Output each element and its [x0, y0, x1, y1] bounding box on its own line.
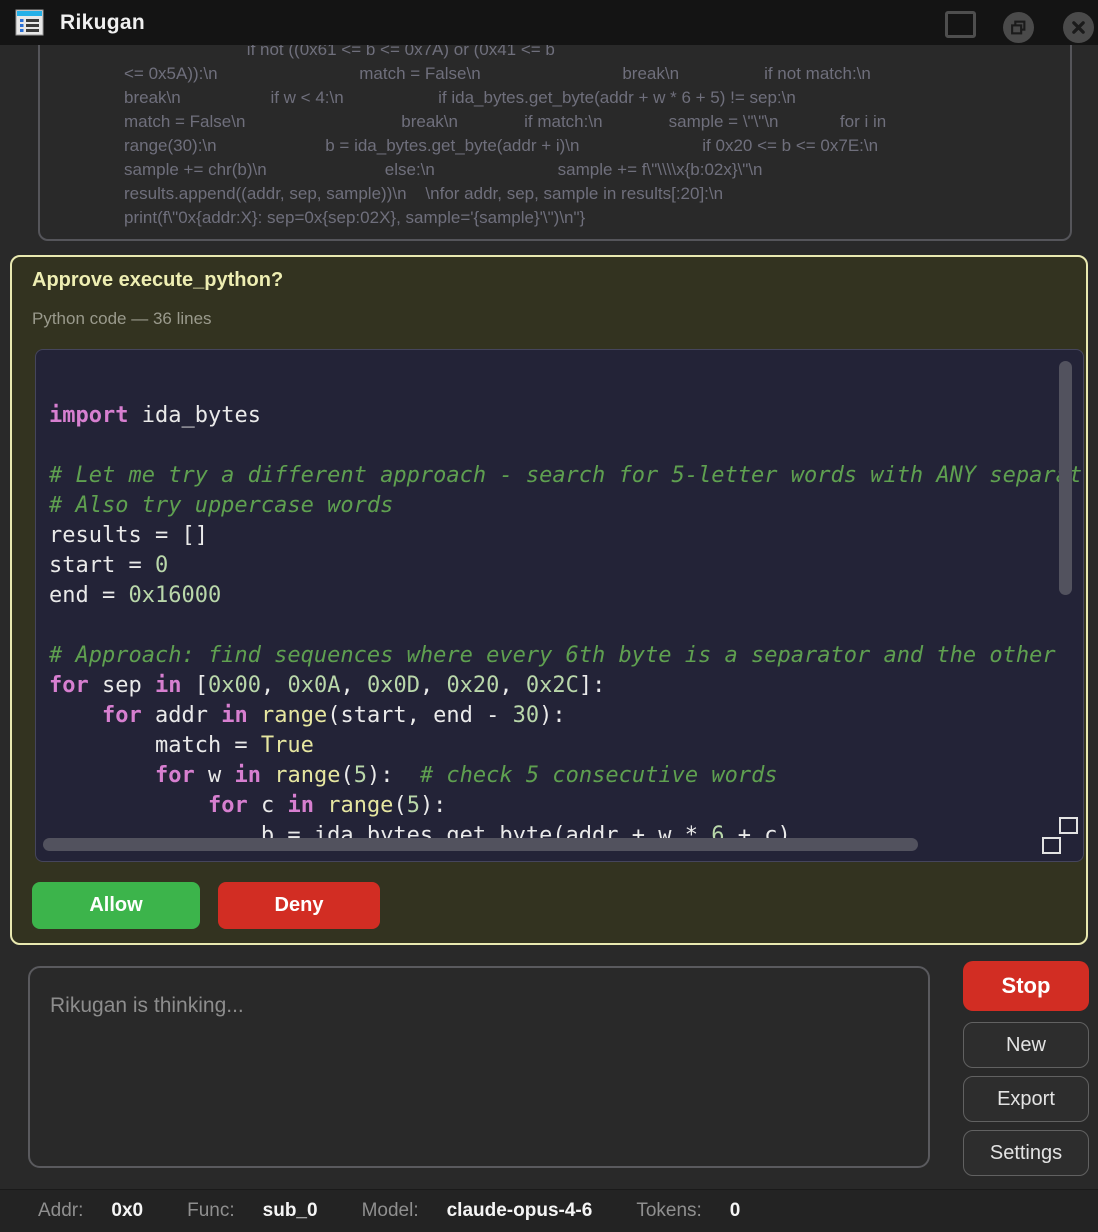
status-value: 0x0: [111, 1200, 143, 1222]
code-line: [49, 431, 1084, 461]
scrollback-line: match = False\n break\n if match:\n samp…: [124, 110, 886, 134]
scrollback-line: results.append((addr, sep, sample))\n \n…: [124, 182, 886, 206]
close-icon: [1071, 20, 1086, 35]
maximize-button[interactable]: [945, 11, 976, 38]
restore-icon: [1010, 19, 1027, 36]
scrollback-line: break\n if w < 4:\n if ida_bytes.get_byt…: [124, 86, 886, 110]
code-line: for c in range(5):: [49, 791, 1084, 821]
window-title: Rikugan: [60, 0, 145, 45]
close-button[interactable]: [1063, 12, 1094, 43]
scrollback-line: <= 0x5A)):\n match = False\n break\n if …: [124, 62, 886, 86]
message-input[interactable]: [28, 966, 930, 1168]
stop-button[interactable]: Stop: [963, 961, 1089, 1011]
status-label: Func:: [187, 1200, 235, 1222]
vertical-scrollbar[interactable]: [1059, 361, 1072, 595]
status-value: sub_0: [263, 1200, 318, 1222]
status-label: Model:: [362, 1200, 419, 1222]
scrollback-text: if not ((0x61 <= b <= 0x7A) or (0x41 <= …: [124, 38, 886, 230]
horizontal-scrollbar[interactable]: [43, 838, 918, 851]
code-line: for addr in range(start, end - 30):: [49, 701, 1084, 731]
code-line: # Also try uppercase words: [49, 491, 1084, 521]
app-icon: [14, 7, 45, 38]
scrollback-line: print(f\"0x{addr:X}: sep=0x{sep:02X}, sa…: [124, 206, 886, 230]
code-line: # Let me try a different approach - sear…: [49, 461, 1084, 491]
code-line: import ida_bytes: [49, 401, 1084, 431]
allow-button[interactable]: Allow: [32, 882, 200, 929]
code-viewer[interactable]: import ida_bytes # Let me try a differen…: [35, 349, 1084, 862]
status-label: Tokens:: [636, 1200, 701, 1222]
dialog-subtitle: Python code — 36 lines: [32, 309, 212, 329]
scrollback-line: range(30):\n b = ida_bytes.get_byte(addr…: [124, 134, 886, 158]
code-content: import ida_bytes # Let me try a differen…: [49, 401, 1084, 851]
code-line: for sep in [0x00, 0x0A, 0x0D, 0x20, 0x2C…: [49, 671, 1084, 701]
code-line: [49, 611, 1084, 641]
code-line: # Approach: find sequences where every 6…: [49, 641, 1084, 671]
settings-button[interactable]: Settings: [963, 1130, 1089, 1176]
export-button[interactable]: Export: [963, 1076, 1089, 1122]
statusbar-items: Addr: 0x0 Func: sub_0 Model: claude-opus-4-6 T…: [38, 1200, 784, 1222]
status-value: 0: [730, 1200, 741, 1222]
resize-grip[interactable]: [1042, 817, 1078, 854]
new-button[interactable]: New: [963, 1022, 1089, 1068]
titlebar: Rikugan: [0, 0, 1098, 45]
dialog-title: Approve execute_python?: [32, 269, 283, 292]
scrollback-line: sample += chr(b)\n else:\n sample += f\"…: [124, 158, 886, 182]
restore-button[interactable]: [1003, 12, 1034, 43]
code-line: match = True: [49, 731, 1084, 761]
deny-button[interactable]: Deny: [218, 882, 380, 929]
statusbar: Addr: 0x0 Func: sub_0 Model: claude-opus-4-6 T…: [0, 1189, 1098, 1232]
status-value: claude-opus-4-6: [447, 1200, 593, 1222]
status-label: Addr:: [38, 1200, 83, 1222]
app-window: if not ((0x61 <= b <= 0x7A) or (0x41 <= …: [0, 0, 1098, 1232]
code-line: end = 0x16000: [49, 581, 1084, 611]
approval-dialog: Approve execute_python? Python code — 36…: [10, 255, 1088, 945]
code-line: start = 0: [49, 551, 1084, 581]
code-line: for w in range(5): # check 5 consecutive…: [49, 761, 1084, 791]
code-line: results = []: [49, 521, 1084, 551]
